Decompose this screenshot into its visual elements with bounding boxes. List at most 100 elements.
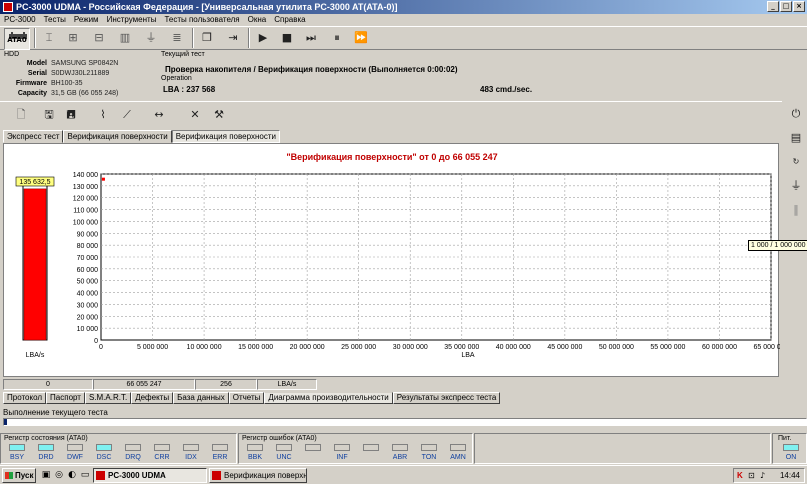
folder-icon[interactable]: ▭ bbox=[79, 469, 91, 481]
progress-bar bbox=[3, 418, 807, 426]
error-register-led bbox=[305, 444, 321, 451]
tool-icon-3[interactable]: ⊟ bbox=[88, 27, 110, 49]
menu-user-tests[interactable]: Тесты пользователя bbox=[160, 14, 243, 25]
menu-tests[interactable]: Тесты bbox=[40, 14, 70, 25]
settings-icon[interactable]: ✕ bbox=[186, 106, 204, 124]
save-icon[interactable]: 🖫 bbox=[40, 106, 58, 124]
y-tick-label: 110 000 bbox=[73, 208, 98, 215]
error-register-led-label: BBK bbox=[247, 454, 262, 461]
menu-mode[interactable]: Режим bbox=[70, 14, 103, 25]
tab-express-test[interactable]: Экспресс тест bbox=[3, 130, 64, 143]
y-tick-label: 120 000 bbox=[73, 196, 98, 203]
status-register-led bbox=[9, 444, 25, 451]
y-tick-label: 30 000 bbox=[77, 302, 99, 309]
zoom-icon[interactable]: ⟋ bbox=[118, 106, 136, 124]
range-icon[interactable]: ↔ bbox=[150, 106, 168, 124]
play-icon[interactable]: ▶ bbox=[252, 27, 274, 49]
tab-express-results[interactable]: Результаты экспресс теста bbox=[392, 392, 501, 404]
options-icon[interactable]: ⚒ bbox=[210, 106, 228, 124]
gauge-value-label: 135 632,5 bbox=[19, 179, 50, 186]
maximize-button[interactable]: □ bbox=[780, 1, 792, 12]
tab-defects[interactable]: Дефекты bbox=[131, 392, 174, 404]
task-pc3000[interactable]: PC-3000 UDMA bbox=[93, 468, 207, 483]
pause-bars-icon[interactable]: ‖ bbox=[786, 201, 806, 219]
tool-icon-2[interactable]: ⊞ bbox=[62, 27, 84, 49]
y-tick-label: 70 000 bbox=[77, 255, 99, 262]
tab-surface-verify[interactable]: Верификация поверхности bbox=[63, 130, 172, 143]
start-button[interactable]: Пуск bbox=[2, 468, 36, 483]
tab-reports[interactable]: Отчеты bbox=[228, 392, 265, 404]
chart-view-icon[interactable]: ⌇ bbox=[94, 106, 112, 124]
stop-icon[interactable]: ■ bbox=[276, 27, 298, 49]
open-icon[interactable]: 🗋 bbox=[12, 106, 30, 124]
network-icon[interactable]: ⊡ bbox=[748, 469, 755, 482]
y-tick-label: 80 000 bbox=[77, 243, 99, 250]
y-tick-label: 130 000 bbox=[73, 184, 98, 191]
status-register-title: Регистр состояния (ATA0) bbox=[4, 435, 88, 442]
stack-icon[interactable]: ≣ bbox=[166, 27, 188, 49]
status-register-led-label: IDX bbox=[185, 454, 197, 461]
status-register-led-label: DWF bbox=[67, 454, 83, 461]
chart-panel: "Верификация поверхности" от 0 до 66 055… bbox=[3, 143, 780, 377]
error-register-title: Регистр ошибок (ATA0) bbox=[242, 435, 317, 442]
status-register-led bbox=[67, 444, 83, 451]
power-title: Пит. bbox=[778, 435, 792, 442]
fast-forward-icon[interactable]: ⏩ bbox=[350, 27, 372, 49]
task-surface-verify[interactable]: Верификация поверхно... bbox=[209, 468, 307, 483]
tab-smart[interactable]: S.M.A.R.T. bbox=[84, 392, 132, 404]
pause-icon[interactable]: ⏸ bbox=[326, 27, 348, 49]
x-tick-label: 25 000 000 bbox=[341, 344, 376, 351]
tab-protocol[interactable]: Протокол bbox=[3, 392, 47, 404]
status-register-led-label: CRR bbox=[154, 454, 170, 461]
ata0-button[interactable]: ATA0 bbox=[4, 28, 30, 50]
chart-status-row: 0 66 055 247 256 LBA/s bbox=[3, 379, 317, 390]
reset-icon[interactable]: ↻ bbox=[786, 153, 806, 171]
power-icon[interactable]: ⏻ bbox=[786, 105, 806, 123]
status-register-led bbox=[183, 444, 199, 451]
desktop-icon[interactable]: ▣ bbox=[40, 469, 52, 481]
close-button[interactable]: × bbox=[793, 1, 805, 12]
media-icon[interactable]: ◐ bbox=[66, 469, 78, 481]
tab-database[interactable]: База данных bbox=[173, 392, 229, 404]
y-tick-label: 20 000 bbox=[77, 314, 99, 321]
step-icon[interactable]: ⏭ bbox=[300, 27, 322, 49]
exit-icon[interactable]: ⇥ bbox=[222, 27, 244, 49]
antivirus-icon[interactable]: K bbox=[737, 469, 743, 482]
error-register-led-label: ABR bbox=[392, 454, 408, 461]
right-toolbar: ⏻ ▤ ↻ ⏚ ‖ bbox=[783, 103, 807, 433]
hdd-section-label: HDD bbox=[4, 51, 20, 58]
windows-icon[interactable]: ❐ bbox=[196, 27, 218, 49]
error-register-led-label: AMN bbox=[450, 454, 466, 461]
y-tick-label: 140 000 bbox=[73, 172, 98, 179]
status-register-led-label: ERR bbox=[212, 454, 228, 461]
serial-value: S0DWJ30L211889 bbox=[51, 70, 110, 77]
browser-icon[interactable]: ◎ bbox=[53, 469, 65, 481]
system-tray: K ⊡ ♪ 14:44 bbox=[733, 468, 805, 483]
chart-icon[interactable]: ▥ bbox=[114, 27, 136, 49]
y-tick-label: 50 000 bbox=[77, 279, 99, 286]
x-axis-label: LBA bbox=[461, 352, 475, 359]
status-register-led bbox=[96, 444, 112, 451]
menu-help[interactable]: Справка bbox=[270, 14, 309, 25]
chip-icon[interactable]: ⏚ bbox=[140, 27, 162, 49]
menu-windows[interactable]: Окна bbox=[244, 14, 271, 25]
volume-icon[interactable]: ♪ bbox=[760, 469, 765, 482]
tab-passport[interactable]: Паспорт bbox=[46, 392, 85, 404]
chart-svg: 0 10 000 20 000 30 000 40 000 50 000 60 000 70 … bbox=[15, 172, 780, 359]
data-point bbox=[101, 177, 105, 181]
y-tick-label: 0 bbox=[94, 338, 98, 345]
cable-icon[interactable]: ▤ bbox=[786, 129, 806, 147]
tab-performance[interactable]: Диаграмма производительности bbox=[264, 392, 393, 404]
x-tick-label: 30 000 000 bbox=[393, 344, 428, 351]
tool-icon[interactable]: ⌶ bbox=[38, 27, 60, 49]
save-as-icon[interactable]: 🖪 bbox=[62, 106, 80, 124]
hdd-panel: HDD Model SAMSUNG SP0842N Serial S0DWJ30L2… bbox=[0, 51, 155, 101]
plug-icon[interactable]: ⏚ bbox=[786, 177, 806, 195]
x-tick-label: 15 000 000 bbox=[238, 344, 273, 351]
menu-tools[interactable]: Инструменты bbox=[103, 14, 161, 25]
chart-toolbar: 🗋 🖫 🖪 ⌇ ⟋ ↔ ✕ ⚒ bbox=[0, 103, 782, 127]
minimize-button[interactable]: _ bbox=[767, 1, 779, 12]
menu-pc3000[interactable]: PC-3000 bbox=[0, 14, 40, 25]
start-label: Пуск bbox=[15, 471, 34, 480]
tab-surface-verify-active[interactable]: Верификация поверхности bbox=[171, 130, 280, 143]
